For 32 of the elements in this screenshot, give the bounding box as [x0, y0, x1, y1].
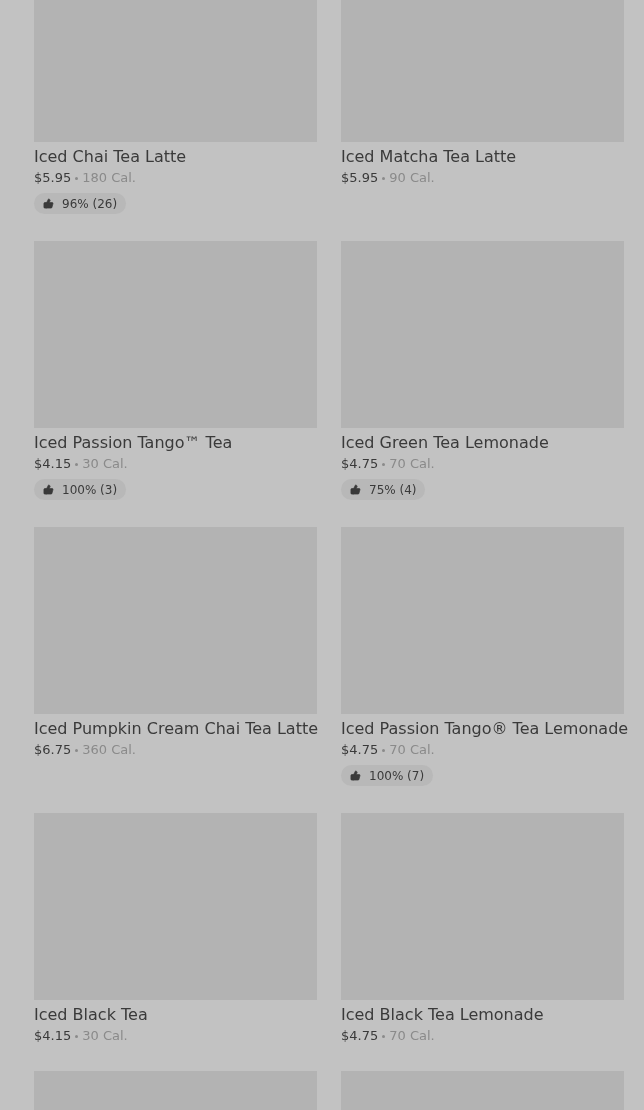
- calorie-count: 90 Cal.: [389, 170, 435, 186]
- product-name: Iced Pumpkin Cream Chai Tea Latte: [34, 719, 319, 739]
- calorie-count: 30 Cal.: [82, 456, 128, 472]
- product-price: $4.75: [341, 742, 379, 758]
- rating-text: 100% (3): [62, 481, 118, 499]
- calorie-count: 70 Cal.: [389, 1028, 435, 1044]
- product-price: $4.75: [341, 456, 379, 472]
- product-name: Iced Black Tea: [34, 1005, 148, 1025]
- product-price: $5.95: [341, 170, 379, 186]
- thumbs-up-icon: [43, 198, 54, 209]
- thumbs-up-icon: [43, 484, 54, 495]
- product-name: Iced Passion Tango® Tea Lemonade: [341, 719, 629, 739]
- calorie-count: 70 Cal.: [389, 742, 435, 758]
- calorie-count: 30 Cal.: [82, 1028, 128, 1044]
- calorie-count: 180 Cal.: [82, 170, 136, 186]
- product-name: Iced Matcha Tea Latte: [341, 147, 517, 167]
- calorie-count: 360 Cal.: [82, 742, 136, 758]
- rating-text: 96% (26): [62, 195, 118, 213]
- thumbs-up-icon: [350, 484, 361, 495]
- calorie-count: 70 Cal.: [389, 456, 435, 472]
- product-name: Iced Black Tea Lemonade: [341, 1005, 544, 1025]
- product-price: $4.75: [341, 1028, 379, 1044]
- product-price: $6.75: [34, 742, 72, 758]
- product-name: Iced Chai Tea Latte: [34, 147, 187, 167]
- product-name: Iced Green Tea Lemonade: [341, 433, 549, 453]
- rating-text: 100% (7): [369, 767, 425, 785]
- product-price: $5.95: [34, 170, 72, 186]
- product-price: $4.15: [34, 456, 72, 472]
- thumbs-up-icon: [350, 770, 361, 781]
- rating-text: 75% (4): [369, 481, 417, 499]
- product-price: $4.15: [34, 1028, 72, 1044]
- product-name: Iced Passion Tango™ Tea: [34, 433, 233, 453]
